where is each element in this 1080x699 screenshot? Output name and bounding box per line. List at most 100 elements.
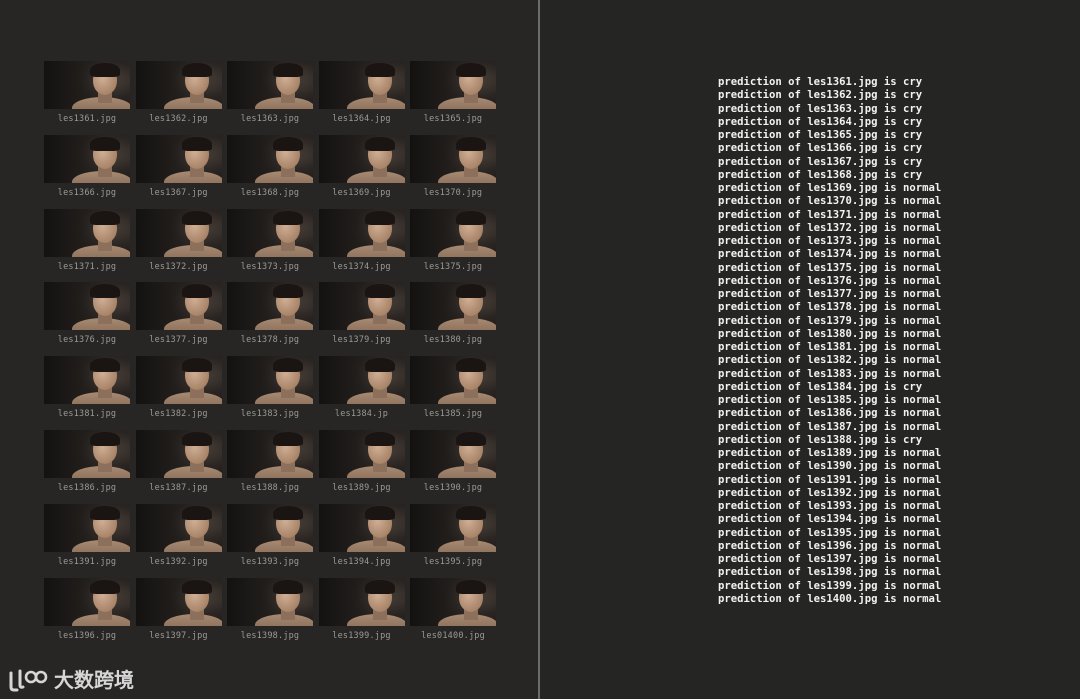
thumbnail-image[interactable] bbox=[227, 134, 313, 183]
thumbnail-label: les1361.jpg bbox=[57, 114, 117, 124]
thumbnail-image[interactable] bbox=[227, 61, 313, 109]
thumbnail-label: les1377.jpg bbox=[149, 335, 208, 346]
thumbnail-image[interactable] bbox=[318, 429, 405, 478]
thumbnail-image[interactable] bbox=[135, 503, 222, 552]
thumbnail-image[interactable] bbox=[410, 577, 496, 626]
thumbnail-label: les1364.jpg bbox=[332, 114, 391, 124]
thumbnail-label: les1398.jpg bbox=[240, 630, 300, 641]
thumbnail-item[interactable]: les1394.jpg bbox=[318, 503, 405, 578]
thumbnail-item[interactable]: les1383.jpg bbox=[227, 356, 313, 430]
thumbnail-image[interactable] bbox=[44, 134, 130, 183]
thumbnail-item[interactable]: les1366.jpg bbox=[44, 134, 130, 209]
thumbnail-label: les1388.jpg bbox=[240, 482, 300, 493]
output-panel: prediction of les1361.jpg is cry predicti… bbox=[540, 0, 1080, 699]
thumbnail-item[interactable]: les1378.jpg bbox=[227, 282, 313, 356]
thumbnail-item[interactable]: les1397.jpg bbox=[135, 577, 222, 652]
thumbnail-image[interactable] bbox=[135, 282, 222, 331]
thumbnail-item[interactable]: les1361.jpg bbox=[44, 61, 130, 135]
output-line: prediction of les1378.jpg is normal bbox=[718, 301, 942, 314]
thumbnail-image[interactable] bbox=[44, 503, 130, 552]
thumbnail-item[interactable]: les1398.jpg bbox=[227, 577, 313, 652]
thumbnail-image[interactable] bbox=[318, 503, 405, 552]
thumbnail-image[interactable] bbox=[318, 577, 405, 626]
thumbnail-item[interactable]: les1367.jpg bbox=[135, 134, 222, 209]
thumbnail-item[interactable]: les1368.jpg bbox=[227, 134, 313, 209]
thumbnail-item[interactable]: les1393.jpg bbox=[227, 503, 313, 578]
thumbnail-label: les1384.jp bbox=[334, 409, 389, 420]
thumbnail-image[interactable] bbox=[410, 356, 496, 405]
thumbnail-image[interactable] bbox=[135, 208, 222, 257]
thumbnail-image[interactable] bbox=[227, 503, 313, 552]
thumbnail-image[interactable] bbox=[135, 577, 222, 626]
output-line: prediction of les1364.jpg is cry bbox=[718, 115, 923, 128]
thumbnail-image[interactable] bbox=[410, 208, 496, 257]
thumbnail-item[interactable]: les1377.jpg bbox=[135, 282, 222, 356]
thumbnail-item[interactable]: les1379.jpg bbox=[318, 282, 405, 356]
thumbnail-image[interactable] bbox=[44, 61, 130, 109]
thumbnail-item[interactable]: les1371.jpg bbox=[44, 208, 130, 283]
thumbnail-item[interactable]: les1373.jpg bbox=[227, 208, 313, 283]
thumbnail-image[interactable] bbox=[44, 282, 130, 331]
thumbnail-image[interactable] bbox=[227, 577, 313, 626]
thumbnail-item[interactable]: les1381.jpg bbox=[44, 356, 130, 430]
thumbnail-image[interactable] bbox=[135, 429, 222, 478]
thumbnail-item[interactable]: les1363.jpg bbox=[227, 61, 313, 135]
thumbnail-item[interactable]: les1389.jpg bbox=[318, 429, 405, 504]
thumbnail-label: les1362.jpg bbox=[149, 114, 208, 124]
thumbnail-item[interactable]: les1364.jpg bbox=[318, 61, 405, 135]
thumbnail-item[interactable]: les1390.jpg bbox=[410, 429, 496, 504]
thumbnail-image[interactable] bbox=[44, 356, 130, 405]
thumbnail-item[interactable]: les1384.jp bbox=[318, 356, 405, 430]
thumbnail-label: les1389.jpg bbox=[332, 482, 391, 493]
thumbnail-image[interactable] bbox=[44, 429, 130, 478]
thumbnail-label: les1391.jpg bbox=[57, 556, 117, 567]
thumbnail-label: les1397.jpg bbox=[149, 630, 208, 641]
thumbnail-item[interactable]: les1380.jpg bbox=[410, 282, 496, 356]
thumbnail-label: les1383.jpg bbox=[240, 409, 300, 420]
thumbnail-item[interactable]: les1399.jpg bbox=[318, 577, 405, 652]
thumbnail-image[interactable] bbox=[135, 61, 222, 109]
thumbnail-image[interactable] bbox=[227, 208, 313, 257]
thumbnail-image[interactable] bbox=[318, 134, 405, 183]
thumbnail-item[interactable]: les1396.jpg bbox=[44, 577, 130, 652]
thumbnail-image[interactable] bbox=[318, 356, 405, 405]
thumbnail-item[interactable]: les01400.jpg bbox=[410, 577, 496, 652]
thumbnail-image[interactable] bbox=[44, 208, 130, 257]
thumbnail-image[interactable] bbox=[318, 208, 405, 257]
thumbnail-label: les1387.jpg bbox=[149, 482, 208, 493]
thumbnail-item[interactable]: les1388.jpg bbox=[227, 429, 313, 504]
thumbnail-item[interactable]: les1387.jpg bbox=[135, 429, 222, 504]
output-line: prediction of les1386.jpg is normal bbox=[718, 407, 942, 420]
thumbnail-item[interactable]: les1375.jpg bbox=[410, 208, 496, 283]
watermark: 大数跨境 bbox=[8, 664, 134, 693]
thumbnail-image[interactable] bbox=[410, 282, 496, 331]
thumbnail-image[interactable] bbox=[227, 356, 313, 405]
thumbnail-item[interactable]: les1395.jpg bbox=[410, 503, 496, 578]
thumbnail-item[interactable]: les1365.jpg bbox=[410, 61, 496, 135]
output-line: prediction of les1384.jpg is cry bbox=[718, 380, 923, 393]
thumbnail-item[interactable]: les1369.jpg bbox=[318, 134, 405, 209]
thumbnail-item[interactable]: les1374.jpg bbox=[318, 208, 405, 283]
prediction-output: prediction of les1361.jpg is cry predicti… bbox=[718, 76, 941, 606]
thumbnail-image[interactable] bbox=[410, 61, 496, 109]
thumbnail-item[interactable]: les1382.jpg bbox=[135, 356, 222, 430]
thumbnail-item[interactable]: les1386.jpg bbox=[44, 429, 130, 504]
thumbnail-item[interactable]: les1362.jpg bbox=[135, 61, 222, 135]
thumbnail-image[interactable] bbox=[227, 282, 313, 331]
thumbnail-image[interactable] bbox=[135, 134, 222, 183]
thumbnail-item[interactable]: les1391.jpg bbox=[44, 503, 130, 578]
thumbnail-image[interactable] bbox=[318, 282, 405, 331]
thumbnail-image[interactable] bbox=[44, 577, 130, 626]
thumbnail-item[interactable]: les1372.jpg bbox=[135, 208, 222, 283]
thumbnail-image[interactable] bbox=[318, 61, 405, 109]
thumbnail-image[interactable] bbox=[410, 503, 496, 552]
thumbnail-label: les1380.jpg bbox=[423, 335, 483, 346]
thumbnail-item[interactable]: les1370.jpg bbox=[410, 134, 496, 209]
thumbnail-item[interactable]: les1376.jpg bbox=[44, 282, 130, 356]
thumbnail-image[interactable] bbox=[410, 429, 496, 478]
thumbnail-item[interactable]: les1392.jpg bbox=[135, 503, 222, 578]
thumbnail-image[interactable] bbox=[135, 356, 222, 405]
thumbnail-item[interactable]: les1385.jpg bbox=[410, 356, 496, 430]
thumbnail-image[interactable] bbox=[227, 429, 313, 478]
thumbnail-image[interactable] bbox=[410, 134, 496, 183]
